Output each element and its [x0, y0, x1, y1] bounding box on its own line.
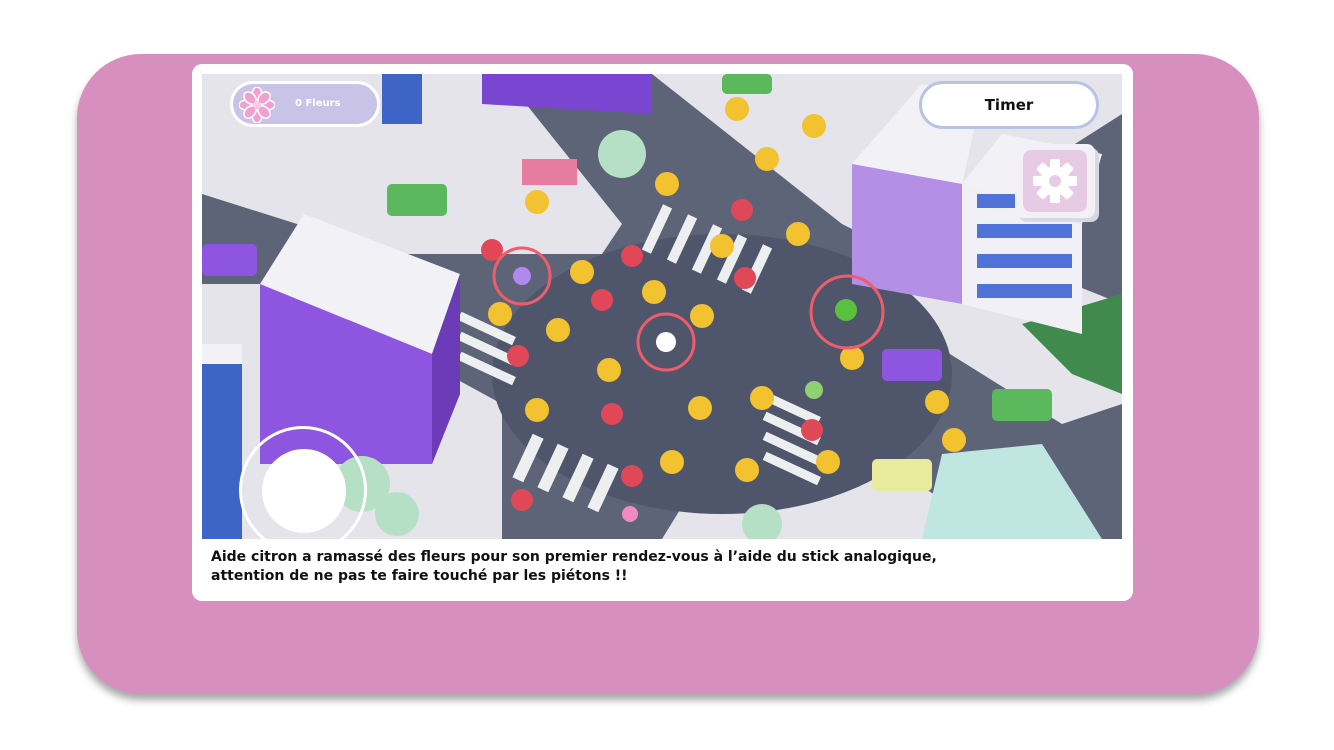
analog-stick-knob[interactable]	[262, 449, 346, 533]
gear-icon	[1023, 150, 1087, 212]
flower-count-label: 0 Fleurs	[295, 98, 341, 109]
timer-display: Timer	[919, 81, 1099, 129]
game-viewport[interactable]: 0 Fleurs Timer	[202, 74, 1122, 539]
flower-collectible-white	[656, 332, 676, 352]
settings-button[interactable]	[1015, 144, 1095, 218]
caption-line-1: Aide citron a ramassé des fleurs pour so…	[211, 549, 937, 565]
caption-line-2: attention de ne pas te faire touché par …	[211, 568, 628, 584]
flower-collectible-purple	[513, 267, 531, 285]
player-citron	[835, 299, 857, 321]
caption-text: Aide citron a ramassé des fleurs pour so…	[211, 548, 1091, 586]
flower-icon	[239, 87, 275, 123]
flower-counter: 0 Fleurs	[230, 81, 380, 127]
